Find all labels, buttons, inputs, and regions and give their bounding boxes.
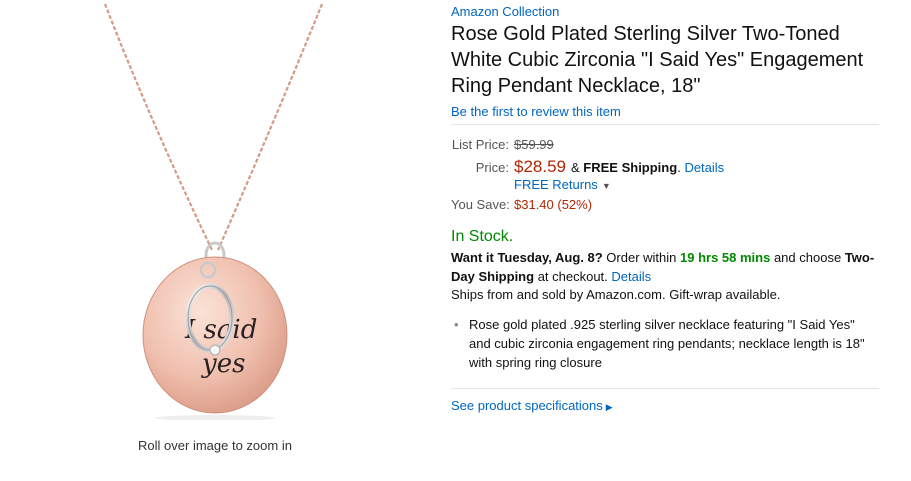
free-returns-row: FREE Returns ▼ (451, 177, 724, 197)
list-item: • Rose gold plated .925 sterling silver … (454, 317, 865, 370)
free-shipping-text: FREE Shipping (583, 160, 678, 175)
shipping-info: & FREE Shipping. Details (571, 160, 725, 175)
delivery-details-link[interactable]: Details (611, 269, 651, 284)
divider (451, 388, 879, 389)
price-label: Price: (475, 160, 509, 175)
in-stock-status: In Stock. (451, 228, 514, 245)
price-row: Price: $28.59 & FREE Shipping. Details (451, 157, 724, 177)
you-save-row: You Save: $31.40 (52%) (451, 197, 724, 217)
brand-link[interactable]: Amazon Collection (451, 4, 559, 19)
chevron-down-icon: ▼ (601, 181, 611, 191)
product-specs-link[interactable]: See product specifications ▶ (451, 398, 613, 413)
shipping-details-link[interactable]: Details (684, 160, 724, 175)
you-save-value: $31.40 (52%) (514, 197, 593, 212)
necklace-chain (103, 3, 213, 251)
svg-text:yes: yes (201, 349, 245, 379)
order-countdown: 19 hrs 58 mins (680, 250, 771, 265)
price-value: $28.59 (514, 157, 566, 176)
delivery-message: Want it Tuesday, Aug. 8? Order within 19… (451, 250, 875, 284)
divider (451, 124, 879, 125)
list-price-label: List Price: (451, 137, 509, 152)
delivery-date: Want it Tuesday, Aug. 8? (451, 250, 603, 265)
free-returns-link[interactable]: FREE Returns ▼ (514, 177, 611, 192)
chevron-right-icon: ▶ (605, 402, 613, 412)
price-block: List Price: $59.99 Price: $28.59 & FREE … (451, 137, 724, 217)
ships-from-text: Ships from and sold by Amazon.com. Gift-… (451, 287, 781, 302)
feature-bullets: • Rose gold plated .925 sterling silver … (451, 315, 879, 372)
zoom-hint: Roll over image to zoom in (138, 438, 292, 453)
product-title: Rose Gold Plated Sterling Silver Two-Ton… (451, 23, 864, 97)
image-gallery: I said yes Roll over image to zoom in (0, 0, 430, 481)
list-price: $59.99 (514, 137, 554, 152)
bullet-icon: • (454, 317, 459, 332)
product-image[interactable]: I said yes (90, 0, 340, 420)
review-link[interactable]: Be the first to review this item (451, 104, 621, 119)
list-price-row: List Price: $59.99 (451, 137, 724, 157)
you-save-label: You Save: (451, 197, 510, 212)
